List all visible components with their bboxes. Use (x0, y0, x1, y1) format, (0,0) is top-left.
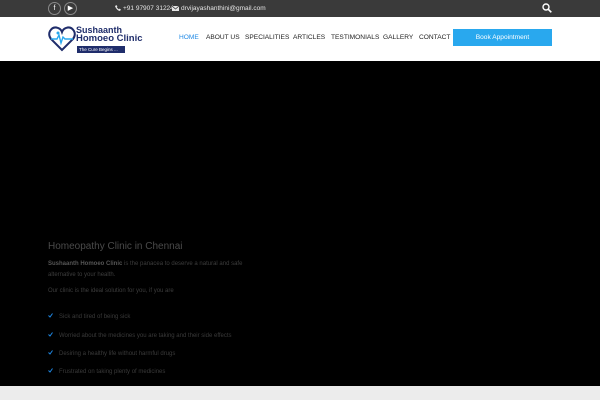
list-item: Desiring a healthy life without harmful … (48, 350, 175, 358)
hero-title: Homeopathy Clinic in Chennai (48, 241, 183, 252)
clinic-name-bold: Sushaanth Homoeo Clinic (48, 261, 123, 267)
youtube-icon[interactable]: ▶ (64, 2, 77, 15)
phone-contact[interactable]: +91 97907 31224 (115, 3, 174, 14)
nav-about-us[interactable]: ABOUT US (206, 33, 240, 43)
facebook-icon[interactable]: f (48, 2, 61, 15)
page-bottom-strip (0, 386, 600, 400)
hero-intro-line2: alternative to your health. (48, 272, 116, 278)
top-bar: f ▶ +91 97907 31224 drvijayashanthini@gm… (0, 0, 600, 17)
hero-section: Homeopathy Clinic in Chennai Sushaanth H… (0, 61, 600, 386)
check-icon (48, 313, 53, 318)
nav-home[interactable]: HOME (179, 33, 199, 43)
nav-gallery[interactable]: GALLERY (383, 33, 413, 43)
check-icon (48, 368, 53, 373)
clinic-logo[interactable]: Sushaanth Homoeo Clinic The Cure Begins … (48, 25, 148, 55)
list-item: Frustrated on taking plenty of medicines (48, 368, 165, 376)
check-icon (48, 332, 53, 337)
list-item: Worried about the medicines you are taki… (48, 332, 232, 340)
phone-icon (115, 5, 121, 11)
nav-articles[interactable]: ARTICLES (293, 33, 325, 43)
nav-specialities[interactable]: SPECIALITIES (245, 33, 289, 43)
nav-testimonials[interactable]: TESTIMONIALS (331, 33, 379, 43)
hero-intro-line1: Sushaanth Homoeo Clinic is the panacea t… (48, 261, 243, 267)
phone-number: +91 97907 31224 (123, 5, 174, 12)
nav-contact[interactable]: CONTACT (419, 33, 450, 43)
email-address: drvijayashanthini@gmail.com (181, 5, 266, 12)
search-icon[interactable] (542, 3, 552, 13)
main-navbar: Sushaanth Homoeo Clinic The Cure Begins … (0, 17, 600, 61)
logo-tagline: The Cure Begins ... (77, 46, 125, 53)
envelope-icon (171, 5, 180, 11)
logo-name-line2: Homoeo Clinic (76, 33, 143, 44)
hero-subtext: Our clinic is the ideal solution for you… (48, 288, 174, 294)
list-item: Sick and tired of being sick (48, 313, 130, 321)
check-icon (48, 350, 53, 355)
email-contact[interactable]: drvijayashanthini@gmail.com (171, 3, 266, 14)
book-appointment-button[interactable]: Book Appointment (453, 29, 552, 46)
heart-logo-icon (48, 26, 76, 52)
